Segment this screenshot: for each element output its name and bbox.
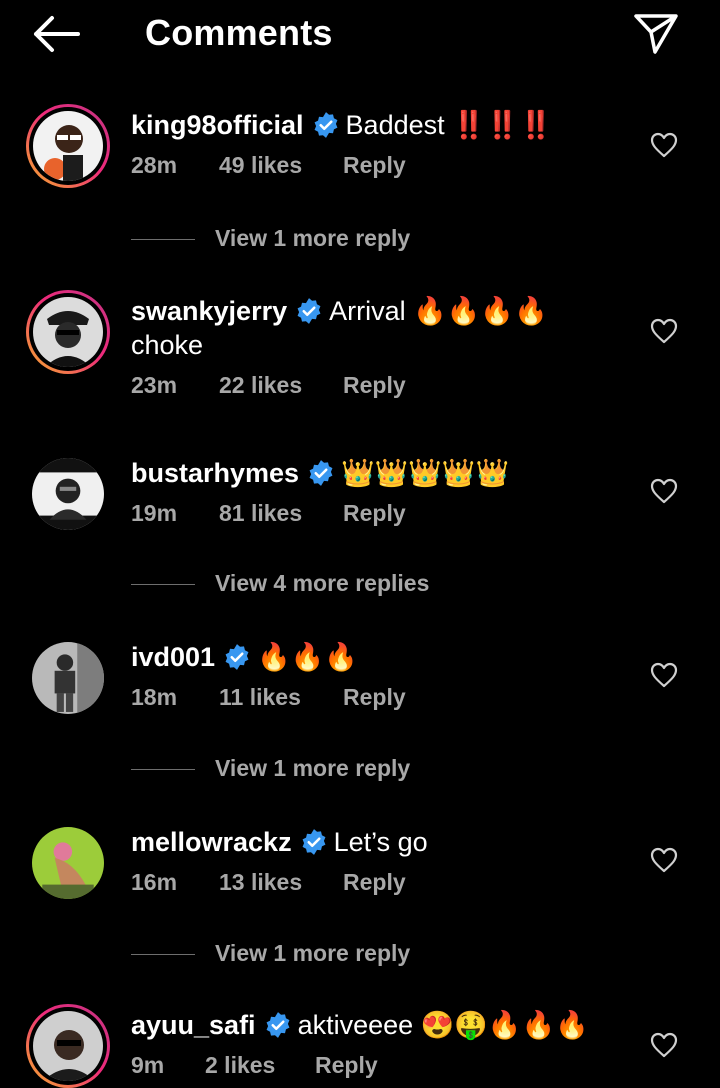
heart-icon[interactable] bbox=[650, 132, 678, 158]
comment-time: 18m bbox=[131, 684, 178, 710]
verified-badge-icon bbox=[309, 460, 333, 486]
reply-button[interactable]: Reply bbox=[343, 500, 406, 527]
heart-icon[interactable] bbox=[650, 662, 678, 688]
avatar[interactable] bbox=[32, 642, 104, 714]
verified-badge-icon bbox=[297, 298, 321, 324]
comment-likes[interactable]: 22 likes bbox=[219, 372, 302, 399]
comment-likes[interactable]: 13 likes bbox=[219, 869, 302, 896]
comment-username[interactable]: swankyjerry bbox=[131, 296, 287, 326]
comment-likes[interactable]: 81 likes bbox=[219, 500, 302, 527]
divider-line bbox=[131, 584, 195, 585]
view-more-replies-label[interactable]: View 1 more reply bbox=[215, 225, 410, 252]
comment-time: 9m bbox=[131, 1052, 165, 1078]
comment-text: 👑👑👑👑👑 bbox=[341, 458, 510, 488]
comment-time: 19m bbox=[131, 500, 178, 526]
comment-username[interactable]: bustarhymes bbox=[131, 458, 299, 488]
heart-icon[interactable] bbox=[650, 318, 678, 344]
view-more-replies-label[interactable]: View 1 more reply bbox=[215, 940, 410, 967]
verified-badge-icon bbox=[302, 829, 326, 855]
verified-badge-icon bbox=[314, 112, 337, 138]
comment-text: aktiveeee 😍🤑🔥🔥🔥 bbox=[297, 1010, 589, 1040]
divider-line bbox=[131, 954, 195, 955]
comment-likes[interactable]: 2 likes bbox=[205, 1052, 275, 1079]
reply-button[interactable]: Reply bbox=[315, 1052, 378, 1079]
avatar[interactable] bbox=[26, 290, 110, 374]
divider-line bbox=[131, 769, 195, 770]
avatar[interactable] bbox=[32, 827, 104, 899]
comment-time: 28m bbox=[131, 152, 178, 178]
reply-button[interactable]: Reply bbox=[343, 684, 406, 711]
verified-badge-icon bbox=[266, 1012, 289, 1038]
comment-text: Baddest ‼️‼️‼️ bbox=[345, 110, 553, 140]
comment-username[interactable]: ayuu_safi bbox=[131, 1010, 256, 1040]
comment-time: 23m bbox=[131, 372, 178, 398]
view-more-replies[interactable]: View 1 more reply bbox=[131, 755, 531, 785]
heart-icon[interactable] bbox=[650, 478, 678, 504]
avatar[interactable] bbox=[32, 458, 104, 530]
heart-icon[interactable] bbox=[650, 847, 678, 873]
divider-line bbox=[131, 239, 195, 240]
view-more-replies[interactable]: View 4 more replies bbox=[131, 570, 531, 600]
view-more-replies-label[interactable]: View 1 more reply bbox=[215, 755, 410, 782]
comment-likes[interactable]: 11 likes bbox=[219, 684, 301, 711]
view-more-replies[interactable]: View 1 more reply bbox=[131, 940, 531, 970]
heart-icon[interactable] bbox=[650, 1032, 678, 1058]
reply-button[interactable]: Reply bbox=[343, 372, 406, 399]
arrow-left-icon[interactable] bbox=[30, 14, 82, 54]
top-bar: Comments bbox=[0, 0, 720, 70]
page-title: Comments bbox=[145, 12, 333, 53]
comment-username[interactable]: mellowrackz bbox=[131, 827, 292, 857]
view-more-replies-label[interactable]: View 4 more replies bbox=[215, 570, 429, 597]
comment-time: 16m bbox=[131, 869, 178, 895]
avatar[interactable] bbox=[26, 104, 110, 188]
comment-text: Let’s go bbox=[333, 827, 428, 857]
verified-badge-icon bbox=[225, 644, 249, 670]
comment-username[interactable]: ivd001 bbox=[131, 642, 215, 672]
comment-username[interactable]: king98official bbox=[131, 110, 304, 140]
comment-likes[interactable]: 49 likes bbox=[219, 152, 302, 179]
reply-button[interactable]: Reply bbox=[343, 869, 406, 896]
avatar[interactable] bbox=[26, 1004, 110, 1088]
comment-text: 🔥🔥🔥 bbox=[257, 642, 358, 672]
reply-button[interactable]: Reply bbox=[343, 152, 406, 179]
view-more-replies[interactable]: View 1 more reply bbox=[131, 225, 531, 255]
paper-plane-icon[interactable] bbox=[632, 12, 680, 56]
